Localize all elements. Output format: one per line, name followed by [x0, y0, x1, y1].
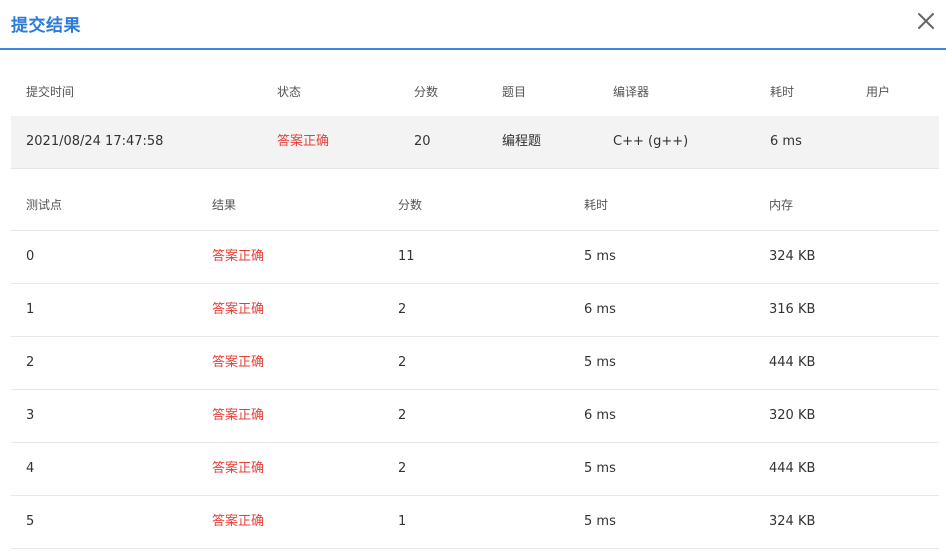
- test-case: 0: [26, 249, 35, 264]
- header-result: 结果: [212, 198, 237, 212]
- summary-row: 2021/08/24 17:47:58 答案正确 20 编程题 C++ (g++…: [11, 116, 939, 169]
- summary-header-row: 提交时间 状态 分数 题目 编译器 耗时 用户: [11, 68, 939, 116]
- submission-result-dialog: 提交结果 提交时间 状态 分数 题目 编译器 耗时 用户 2021/08/24 …: [0, 0, 946, 551]
- test-time: 5 ms: [584, 249, 616, 264]
- test-score: 2: [398, 302, 407, 317]
- header-test-score: 分数: [398, 198, 423, 212]
- test-time: 5 ms: [584, 355, 616, 370]
- test-time: 6 ms: [584, 408, 616, 423]
- test-memory: 444 KB: [769, 461, 816, 476]
- test-memory: 320 KB: [769, 408, 816, 423]
- header-status: 状态: [277, 85, 302, 99]
- submission-summary-table: 提交时间 状态 分数 题目 编译器 耗时 用户 2021/08/24 17:47…: [11, 68, 939, 169]
- test-score: 2: [398, 461, 407, 476]
- test-row: 4 答案正确 2 5 ms 444 KB: [11, 443, 939, 496]
- test-result: 答案正确: [212, 249, 265, 264]
- status-value: 答案正确: [277, 134, 330, 149]
- test-row: 5 答案正确 1 5 ms 324 KB: [11, 496, 939, 549]
- header-user: 用户: [866, 85, 891, 99]
- time-value: 6 ms: [770, 134, 802, 149]
- test-time: 5 ms: [584, 514, 616, 529]
- test-case: 4: [26, 461, 35, 476]
- test-cases-table: 测试点 结果 分数 耗时 内存 0 答案正确 11 5 ms 324 KB 1 …: [11, 180, 939, 549]
- test-result: 答案正确: [212, 461, 265, 476]
- header-submit-time: 提交时间: [26, 85, 75, 99]
- compiler-value: C++ (g++): [613, 134, 689, 149]
- header-problem: 题目: [502, 85, 527, 99]
- close-icon[interactable]: [916, 11, 936, 31]
- dialog-title: 提交结果: [11, 16, 81, 36]
- test-row: 2 答案正确 2 5 ms 444 KB: [11, 337, 939, 390]
- dialog-header: 提交结果: [0, 0, 946, 50]
- test-score: 2: [398, 408, 407, 423]
- test-memory: 324 KB: [769, 249, 816, 264]
- tests-header-row: 测试点 结果 分数 耗时 内存: [11, 180, 939, 231]
- test-result: 答案正确: [212, 408, 265, 423]
- test-case: 3: [26, 408, 35, 423]
- test-row: 1 答案正确 2 6 ms 316 KB: [11, 284, 939, 337]
- header-case: 测试点: [26, 198, 63, 212]
- test-time: 5 ms: [584, 461, 616, 476]
- test-case: 5: [26, 514, 35, 529]
- test-memory: 324 KB: [769, 514, 816, 529]
- score-value: 20: [414, 134, 431, 149]
- test-row: 0 答案正确 11 5 ms 324 KB: [11, 231, 939, 284]
- header-compiler: 编译器: [613, 85, 650, 99]
- header-time: 耗时: [770, 85, 795, 99]
- test-case: 2: [26, 355, 35, 370]
- header-score: 分数: [414, 85, 439, 99]
- test-result: 答案正确: [212, 514, 265, 529]
- header-test-time: 耗时: [584, 198, 609, 212]
- test-case: 1: [26, 302, 35, 317]
- test-score: 2: [398, 355, 407, 370]
- header-memory: 内存: [769, 198, 794, 212]
- test-row: 3 答案正确 2 6 ms 320 KB: [11, 390, 939, 443]
- test-score: 1: [398, 514, 407, 529]
- submit-time-value: 2021/08/24 17:47:58: [26, 134, 164, 149]
- test-result: 答案正确: [212, 302, 265, 317]
- test-score: 11: [398, 249, 415, 264]
- test-memory: 316 KB: [769, 302, 816, 317]
- test-time: 6 ms: [584, 302, 616, 317]
- test-result: 答案正确: [212, 355, 265, 370]
- problem-value: 编程题: [502, 134, 542, 149]
- test-memory: 444 KB: [769, 355, 816, 370]
